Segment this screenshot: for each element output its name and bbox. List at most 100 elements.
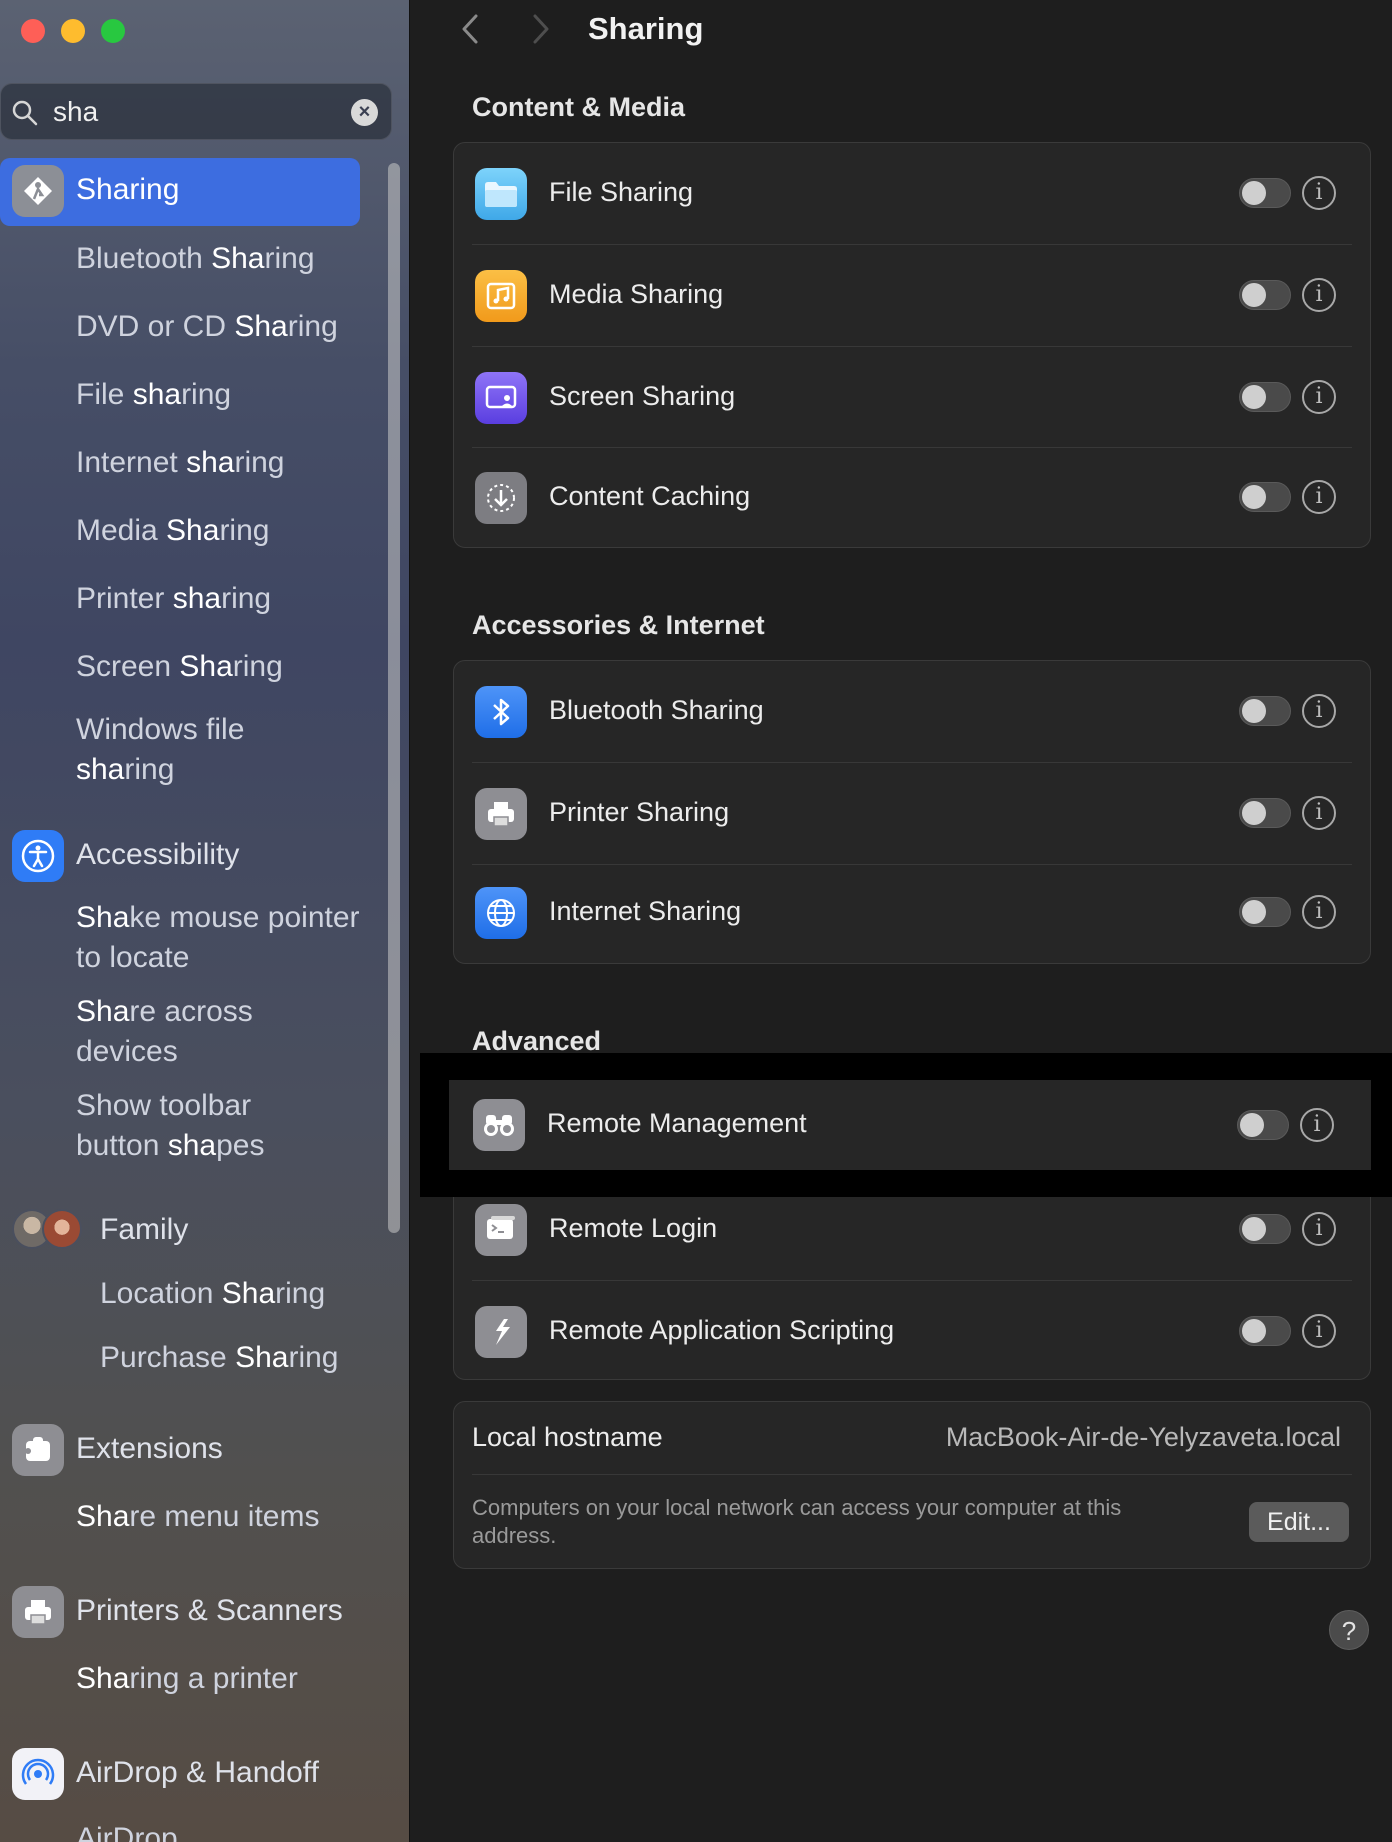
sidebar-item-media-sharing[interactable]: Media Sharing [76,514,269,548]
sidebar-item-windows-file-sharing[interactable]: Windows file sharing [76,710,306,790]
row-label: Bluetooth Sharing [549,695,764,725]
media-sharing-toggle[interactable] [1239,280,1291,310]
row-media-sharing: Media Sharing i [454,245,1370,347]
sharing-icon [12,165,64,217]
row-label: Screen Sharing [549,381,736,411]
printer-sharing-toggle[interactable] [1239,798,1291,828]
hostname-note: Computers on your local network can acce… [472,1495,1122,1548]
screen-share-icon [475,372,527,424]
remote-application-scripting-toggle[interactable] [1239,1316,1291,1346]
sidebar-item-accessibility[interactable]: Accessibility [76,838,239,872]
sidebar-item-family[interactable]: Family [100,1213,188,1247]
sidebar-item-toolbar-button-shapes[interactable]: Show toolbar button shapes [76,1086,296,1166]
row-label: File Sharing [549,177,694,207]
script-icon [475,1306,527,1358]
accessories-internet-group: Bluetooth Sharing i Printer Sharing i In… [453,660,1371,964]
content-media-group: File Sharing i Media Sharing i Screen Sh… [453,142,1371,548]
folder-icon [475,168,527,220]
sidebar-scrollbar[interactable] [388,163,400,1233]
zoom-window-button[interactable] [101,19,125,43]
globe-icon [475,887,527,939]
search-input[interactable]: sha [53,96,98,128]
sidebar-item-airdrop-handoff[interactable]: AirDrop & Handoff [76,1756,319,1790]
music-icon [475,270,527,322]
sidebar-item-printer-sharing[interactable]: Printer sharing [76,582,271,616]
hostname-label: Local hostname [472,1422,663,1452]
info-icon[interactable]: i [1302,380,1336,414]
edit-hostname-button[interactable]: Edit... [1249,1502,1349,1542]
help-button[interactable]: ? [1329,1610,1369,1650]
sidebar-item-internet-sharing[interactable]: Internet sharing [76,446,284,480]
binoculars-icon [473,1099,525,1151]
info-icon[interactable]: i [1302,694,1336,728]
info-icon[interactable]: i [1302,1314,1336,1348]
info-icon[interactable]: i [1300,1108,1334,1142]
row-label: Remote Management [547,1108,807,1138]
info-icon[interactable]: i [1302,480,1336,514]
sidebar: sha × Sharing Bluetooth Sharing DVD or C… [0,0,410,1842]
sidebar-item-bluetooth-sharing[interactable]: Bluetooth Sharing [76,242,315,276]
minimize-window-button[interactable] [61,19,85,43]
page-title: Sharing [588,11,704,46]
section-title-content-media: Content & Media [472,92,685,122]
row-content-caching: Content Caching i [454,447,1370,549]
row-label: Printer Sharing [549,797,730,827]
sidebar-item-screen-sharing[interactable]: Screen Sharing [76,650,283,684]
row-internet-sharing: Internet Sharing i [454,865,1370,967]
internet-sharing-toggle[interactable] [1239,897,1291,927]
info-icon[interactable]: i [1302,796,1336,830]
screen-sharing-toggle[interactable] [1239,382,1291,412]
sidebar-item-dvd-cd-sharing[interactable]: DVD or CD Sharing [76,310,338,344]
row-label: Content Caching [549,481,751,511]
download-icon [475,472,527,524]
printer-icon [12,1586,64,1638]
printer-icon [475,788,527,840]
row-label: Remote Application Scripting [549,1315,895,1345]
row-screen-sharing: Screen Sharing i [454,347,1370,449]
accessibility-icon [12,830,64,882]
info-icon[interactable]: i [1302,895,1336,929]
row-printer-sharing: Printer Sharing i [454,763,1370,865]
extensions-icon [12,1424,64,1476]
main-pane: Sharing Content & Media File Sharing i M… [411,0,1392,1842]
clear-search-icon[interactable]: × [351,99,378,126]
bluetooth-sharing-toggle[interactable] [1239,696,1291,726]
sidebar-item-airdrop[interactable]: AirDrop [76,1822,178,1842]
sidebar-item-file-sharing[interactable]: File sharing [76,378,231,412]
info-icon[interactable]: i [1302,1212,1336,1246]
info-icon[interactable]: i [1302,176,1336,210]
row-separator [472,1474,1352,1475]
close-window-button[interactable] [21,19,45,43]
bluetooth-icon [475,686,527,738]
hostname-value: MacBook-Air-de-Yelyzaveta.local [945,1422,1341,1452]
section-title-accessories-internet: Accessories & Internet [472,610,765,640]
row-label: Internet Sharing [549,896,742,926]
window-controls [21,19,125,43]
row-remote-management: Remote Management i [449,1080,1371,1170]
row-file-sharing: File Sharing i [454,143,1370,245]
sidebar-item-shake-mouse[interactable]: Shake mouse pointer to locate [76,898,376,978]
sidebar-item-label: Sharing [76,173,180,206]
remote-management-toggle[interactable] [1237,1110,1289,1140]
forward-chevron-icon[interactable] [525,12,555,46]
file-sharing-toggle[interactable] [1239,178,1291,208]
search-field[interactable]: sha × [0,83,392,140]
avatar [42,1209,82,1249]
row-label: Media Sharing [549,279,724,309]
row-label: Remote Login [549,1213,718,1243]
sidebar-item-extensions[interactable]: Extensions [76,1432,223,1466]
airdrop-icon [12,1748,64,1800]
content-caching-toggle[interactable] [1239,482,1291,512]
terminal-icon [475,1204,527,1256]
sidebar-item-share-across-devices[interactable]: Share across devices [76,992,276,1072]
remote-login-toggle[interactable] [1239,1214,1291,1244]
search-icon [12,100,38,126]
sidebar-item-purchase-sharing[interactable]: Purchase Sharing [100,1341,339,1375]
back-chevron-icon[interactable] [456,12,486,46]
sidebar-item-share-menu-items[interactable]: Share menu items [76,1500,319,1534]
sidebar-item-printers-scanners[interactable]: Printers & Scanners [76,1594,343,1628]
row-remote-application-scripting: Remote Application Scripting i [454,1281,1370,1383]
sidebar-item-sharing-a-printer[interactable]: Sharing a printer [76,1662,298,1696]
info-icon[interactable]: i [1302,278,1336,312]
sidebar-item-location-sharing[interactable]: Location Sharing [100,1277,325,1311]
